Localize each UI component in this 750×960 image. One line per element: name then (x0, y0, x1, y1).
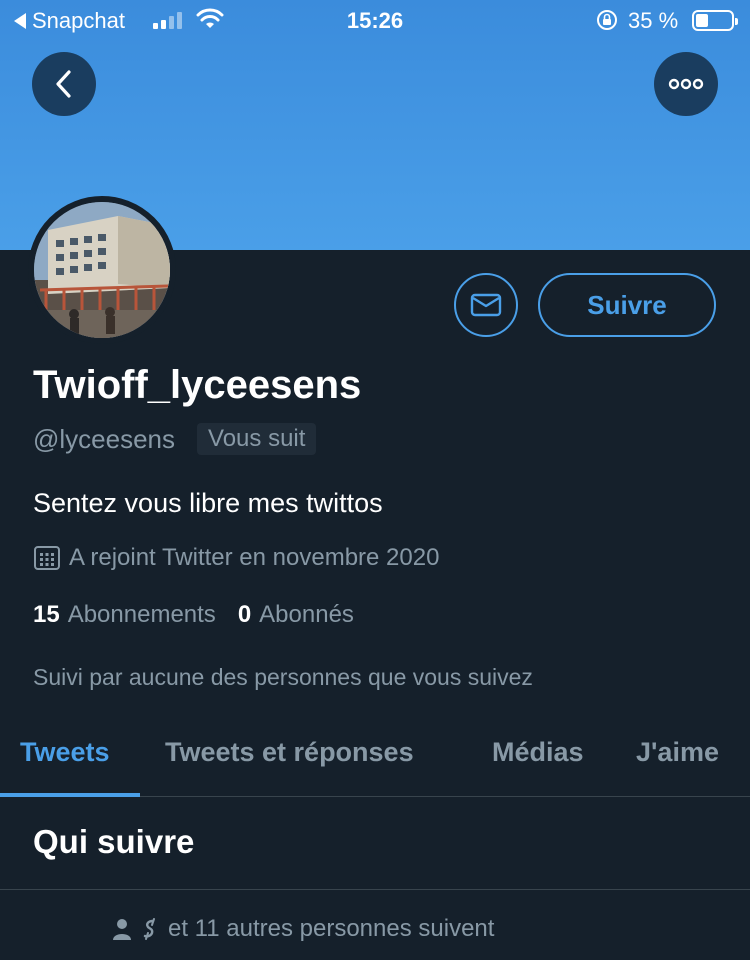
battery-fill (696, 14, 708, 27)
joined-date: A rejoint Twitter en novembre 2020 (69, 544, 440, 571)
tab-media[interactable]: Médias (492, 737, 584, 768)
followed-by-text: Suivi par aucune des personnes que vous … (33, 664, 533, 690)
small-user-icon (143, 918, 155, 940)
battery-icon (692, 10, 738, 31)
tab-tweets-and-replies[interactable]: Tweets et réponses (165, 737, 414, 768)
follow-button[interactable]: Suivre (538, 273, 716, 337)
who-to-follow-suggestion[interactable]: et 11 autres personnes suivent (112, 915, 494, 943)
profile-name: Twioff_lyceesens (33, 363, 362, 407)
divider (0, 889, 750, 890)
avatar-image (34, 202, 170, 338)
envelope-icon (470, 293, 502, 317)
battery-percent: 35 % (628, 8, 679, 33)
calendar-icon (34, 546, 60, 570)
profile-tabs: Tweets Tweets et réponses Médias J'aime (0, 720, 750, 797)
counts-row: 15 Abonnements 0 Abonnés (33, 601, 354, 629)
status-bar: Snapchat 15:26 35 % (0, 0, 750, 42)
active-tab-indicator (0, 793, 140, 797)
person-icon (113, 919, 131, 940)
who-to-follow-title: Qui suivre (33, 823, 195, 860)
follows-you-badge: Vous suit (197, 423, 317, 455)
rotation-lock-icon (597, 10, 617, 30)
following-link[interactable]: 15 Abonnements (33, 601, 216, 629)
profile-handle: @lyceesens (33, 423, 176, 454)
followers-label: Abonnés (259, 601, 354, 628)
followers-link[interactable]: 0 Abonnés (238, 601, 354, 629)
back-button[interactable] (32, 52, 96, 116)
following-label: Abonnements (67, 601, 216, 628)
chevron-left-icon (56, 70, 71, 98)
more-dots-icon (668, 78, 704, 90)
joined-row: A rejoint Twitter en novembre 2020 (33, 544, 439, 572)
avatar[interactable] (28, 196, 176, 344)
followers-count: 0 (237, 601, 252, 628)
tab-tweets[interactable]: Tweets (20, 737, 110, 768)
suggestion-text: et 11 autres personnes suivent (168, 915, 495, 942)
more-options-button[interactable] (654, 52, 718, 116)
tab-likes[interactable]: J'aime (636, 737, 719, 768)
handle-row: @lyceesens Vous suit (33, 423, 317, 455)
profile-bio: Sentez vous libre mes twittos (33, 488, 383, 518)
following-count: 15 (33, 601, 60, 628)
message-button[interactable] (454, 273, 518, 337)
